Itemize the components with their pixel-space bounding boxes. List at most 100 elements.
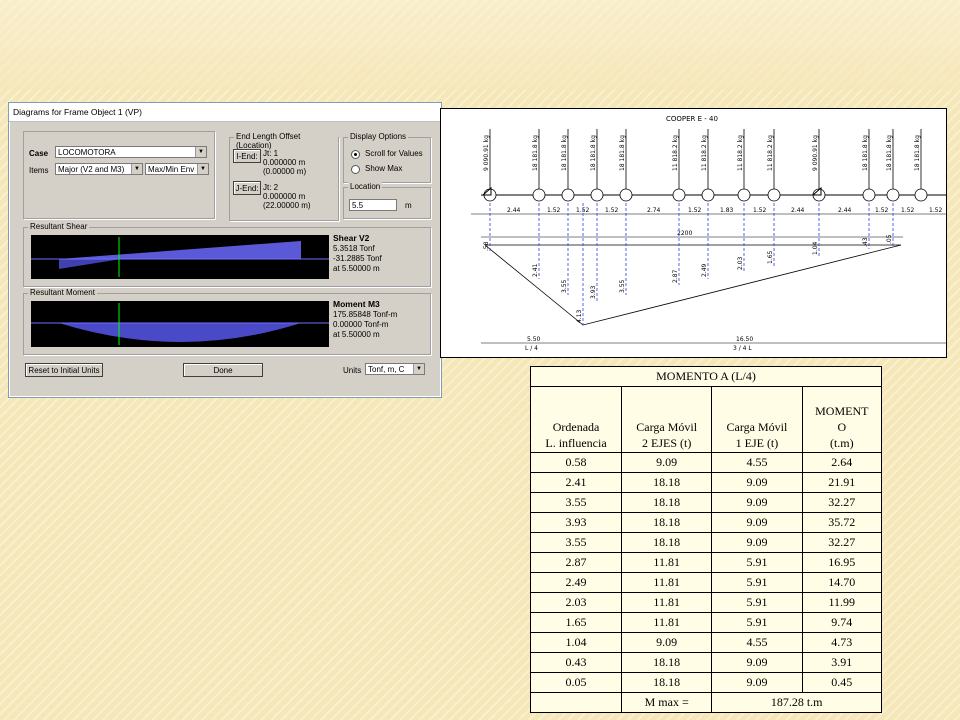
units-select[interactable]: Tonf, m, C ▼ <box>365 363 425 375</box>
table-title: MOMENTO A (L/4) <box>530 366 882 387</box>
table-cell: 2.03 <box>529 592 623 613</box>
load-label: 18 181.8 kg <box>590 135 597 171</box>
shear-title: Resultant Shear <box>28 222 90 231</box>
frame-diagram-dialog: Diagrams for Frame Object 1 (VP) Case LO… <box>8 102 442 398</box>
table-cell: 11.99 <box>801 592 883 613</box>
display-options-group: Display Options <box>343 132 431 183</box>
ordinate-label: 2.03 <box>737 256 744 270</box>
spacing-label: 1.83 <box>720 207 734 214</box>
load-label: 18 181.8 kg <box>886 135 893 171</box>
dialog-title: Diagrams for Frame Object 1 (VP) <box>9 103 441 122</box>
location-input[interactable]: 5.5 <box>349 199 397 211</box>
moment-heading: Moment M3 <box>333 299 380 309</box>
column-header: Ordenada L. influencia <box>529 386 623 453</box>
done-button[interactable]: Done <box>183 363 263 377</box>
table-cell: 9.09 <box>711 532 803 553</box>
i-joint-label: Jt: 1 <box>263 149 279 158</box>
moment-value-1: 175.85848 Tonf-m <box>333 310 398 319</box>
j-end-button[interactable]: J-End: <box>233 181 261 195</box>
location-unit: m <box>405 201 412 210</box>
ordinate-label: 2.87 <box>672 269 679 283</box>
load-label: 9 090.91 kg <box>483 135 490 171</box>
wheel <box>886 188 900 202</box>
table-cell: 18.18 <box>621 512 713 533</box>
case-label: Case <box>29 149 49 158</box>
table-row: 1.04 9.09 4.55 4.73 <box>529 632 883 653</box>
moment-diagram[interactable] <box>31 301 329 347</box>
show-max-radio[interactable] <box>351 165 360 174</box>
j-joint-label: Jt: 2 <box>263 183 279 192</box>
ordinate-label: 3.55 <box>619 279 626 293</box>
total-row: M max = 187.28 t.m <box>529 692 882 713</box>
table-cell: 32.27 <box>801 532 883 553</box>
table-cell: 9.09 <box>621 452 713 473</box>
ordinate-label: 3.55 <box>561 279 568 293</box>
envelope-select[interactable]: Max/Min Env ▼ <box>145 163 209 175</box>
display-options-title: Display Options <box>348 132 409 141</box>
units-label: Units <box>343 366 362 375</box>
table-cell: 9.74 <box>801 612 883 633</box>
i-end-button[interactable]: I-End: <box>233 149 261 163</box>
wheel <box>532 188 546 202</box>
spacing-label: 1.52 <box>605 207 619 214</box>
spacing-label: 2.74 <box>647 207 661 214</box>
total-value: 187.28 t.m <box>711 692 882 713</box>
chevron-down-icon: ▼ <box>195 147 206 157</box>
items-select[interactable]: Major (V2 and M3) ▼ <box>55 163 143 175</box>
table-cell: 11.81 <box>621 612 713 633</box>
table-cell: 11.81 <box>621 592 713 613</box>
shear-value-2: -31.2885 Tonf <box>333 254 382 263</box>
moment-table: MOMENTO A (L/4) Ordenada L. influencia Car… <box>529 366 883 713</box>
cooper-load-diagram: COOPER E - 40 9 090.91 kg 18 181.8 kg 18 18… <box>440 108 947 358</box>
reset-units-button[interactable]: Reset to Initial Units <box>25 363 103 377</box>
dim-left-label: 5.50 <box>527 336 541 343</box>
ordinate-label: 2.49 <box>701 263 708 277</box>
ordinate-label: 2.41 <box>532 263 539 277</box>
column-header: Carga Móvil 1 EJE (t) <box>711 386 803 453</box>
wheel <box>619 188 633 202</box>
dim-left-sub: L / 4 <box>525 345 538 352</box>
table-cell: 16.95 <box>801 552 883 573</box>
table-cell: 4.55 <box>711 452 803 473</box>
scroll-values-radio[interactable] <box>351 150 360 159</box>
table-cell: 9.09 <box>711 652 803 673</box>
i-offset-abs: (0.00000 m) <box>263 167 307 176</box>
total-label: M max = <box>621 692 713 713</box>
location-title: Location <box>348 182 383 191</box>
show-max-label: Show Max <box>365 164 403 173</box>
shear-location: at 5.50000 m <box>333 264 380 273</box>
table-cell: 35.72 <box>801 512 883 533</box>
load-label: 18 181.8 kg <box>914 135 921 171</box>
table-cell: 5.91 <box>711 592 803 613</box>
table-cell: 11.81 <box>621 572 713 593</box>
spacing-label: 1.52 <box>929 207 943 214</box>
chevron-down-icon: ▼ <box>413 364 424 374</box>
table-row: 1.65 11.81 5.91 9.74 <box>529 612 883 633</box>
table-row: 0.58 9.09 4.55 2.64 <box>529 452 883 473</box>
wheel <box>914 188 928 202</box>
table-row: 3.55 18.18 9.09 32.27 <box>529 532 883 553</box>
items-label: Items <box>29 166 49 175</box>
load-label: 18 181.8 kg <box>532 135 539 171</box>
influence-line-svg: COOPER E - 40 9 090.91 kg 18 181.8 kg 18 18… <box>471 115 946 352</box>
wheel <box>862 188 876 202</box>
spacing-label: 1.52 <box>753 207 767 214</box>
shear-value-1: 5.3518 Tonf <box>333 244 375 253</box>
load-label: 18 181.8 kg <box>619 135 626 171</box>
table-cell: 0.43 <box>529 652 623 673</box>
chevron-down-icon: ▼ <box>131 164 142 174</box>
column-header: Carga Móvil 2 EJES (t) <box>621 386 713 453</box>
shear-diagram[interactable] <box>31 235 329 279</box>
table-row: 2.41 18.18 9.09 21.91 <box>529 472 883 493</box>
table-cell: 14.70 <box>801 572 883 593</box>
table-cell: 32.27 <box>801 492 883 513</box>
table-row: 2.03 11.81 5.91 11.99 <box>529 592 883 613</box>
table-cell: 2.41 <box>529 472 623 493</box>
table-cell: 3.91 <box>801 652 883 673</box>
load-label: 18 181.8 kg <box>862 135 869 171</box>
case-value: LOCOMOTORA <box>58 148 116 157</box>
case-select[interactable]: LOCOMOTORA ▼ <box>55 146 207 158</box>
ordinate-label: 4.13 <box>576 309 583 323</box>
table-cell: 9.09 <box>711 512 803 533</box>
table-cell: 1.65 <box>529 612 623 633</box>
